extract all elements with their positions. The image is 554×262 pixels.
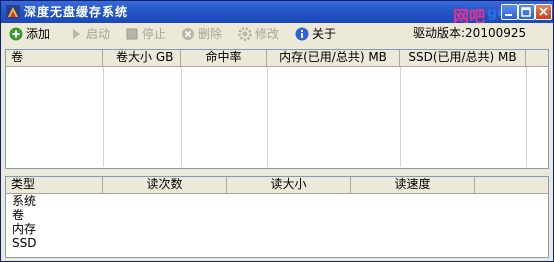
modify-button[interactable]: 修改 <box>238 25 279 43</box>
start-label: 启动 <box>86 27 111 41</box>
add-label: 添加 <box>26 27 51 41</box>
title-bar[interactable]: 深度无盘缓存系统 网吧 ge-sj <box>1 1 553 26</box>
delete-icon <box>182 28 194 40</box>
stats-row-memory: 内存 <box>12 222 37 236</box>
play-icon <box>73 29 80 39</box>
driver-version: 驱动版本:20100925 <box>413 26 527 40</box>
disk-table-header: 卷 卷大小 GB 命中率 内存(已用/总共) MB SSD(已用/总共) MB <box>6 50 548 67</box>
stop-icon <box>126 28 138 40</box>
minimize-button[interactable] <box>501 4 518 20</box>
add-button[interactable]: 添加 <box>9 25 50 43</box>
disk-col-divider <box>181 67 182 167</box>
app-window: 深度无盘缓存系统 网吧 ge-sj 添加 启动 <box>0 0 554 262</box>
delete-button[interactable]: 删除 <box>181 25 222 43</box>
stats-row-volume: 卷 <box>12 208 25 222</box>
minimize-icon <box>505 14 512 16</box>
close-button[interactable] <box>535 4 552 20</box>
stats-row-system: 系统 <box>12 194 37 208</box>
info-icon <box>295 27 309 41</box>
col-volume-size[interactable]: 卷大小 GB <box>103 50 181 66</box>
modify-label: 修改 <box>255 27 280 41</box>
col-read-speed[interactable]: 读速度 <box>351 177 475 193</box>
maximize-button[interactable] <box>518 4 535 20</box>
col-memory[interactable]: 内存(已用/总共) MB <box>267 50 400 66</box>
stop-button[interactable]: 停止 <box>125 25 166 43</box>
gear-icon <box>238 27 252 41</box>
stats-table-header: 类型 读次数 读大小 读速度 <box>6 177 548 194</box>
about-button[interactable]: 关于 <box>295 25 336 43</box>
disk-col-divider <box>103 67 104 167</box>
app-logo-icon <box>6 5 20 19</box>
disk-col-divider <box>526 67 527 167</box>
col-read-count[interactable]: 读次数 <box>103 177 227 193</box>
stop-label: 停止 <box>142 27 167 41</box>
window-title: 深度无盘缓存系统 <box>24 5 129 19</box>
disk-col-divider <box>400 67 401 167</box>
close-icon <box>539 7 548 16</box>
about-label: 关于 <box>312 27 337 41</box>
plus-circle-icon <box>9 27 23 41</box>
col-volume[interactable]: 卷 <box>6 50 103 66</box>
disk-col-divider <box>267 67 268 167</box>
maximize-icon <box>521 7 531 17</box>
col-ssd[interactable]: SSD(已用/总共) MB <box>400 50 526 66</box>
delete-label: 删除 <box>198 27 223 41</box>
col-read-size[interactable]: 读大小 <box>227 177 351 193</box>
start-button[interactable]: 启动 <box>69 25 110 43</box>
stats-table[interactable]: 类型 读次数 读大小 读速度 系统 卷 内存 SSD <box>5 176 549 258</box>
col-type[interactable]: 类型 <box>6 177 103 193</box>
stats-row-ssd: SSD <box>12 236 37 250</box>
disk-table[interactable]: 卷 卷大小 GB 命中率 内存(已用/总共) MB SSD(已用/总共) MB <box>5 49 549 169</box>
col-hit-rate[interactable]: 命中率 <box>181 50 267 66</box>
